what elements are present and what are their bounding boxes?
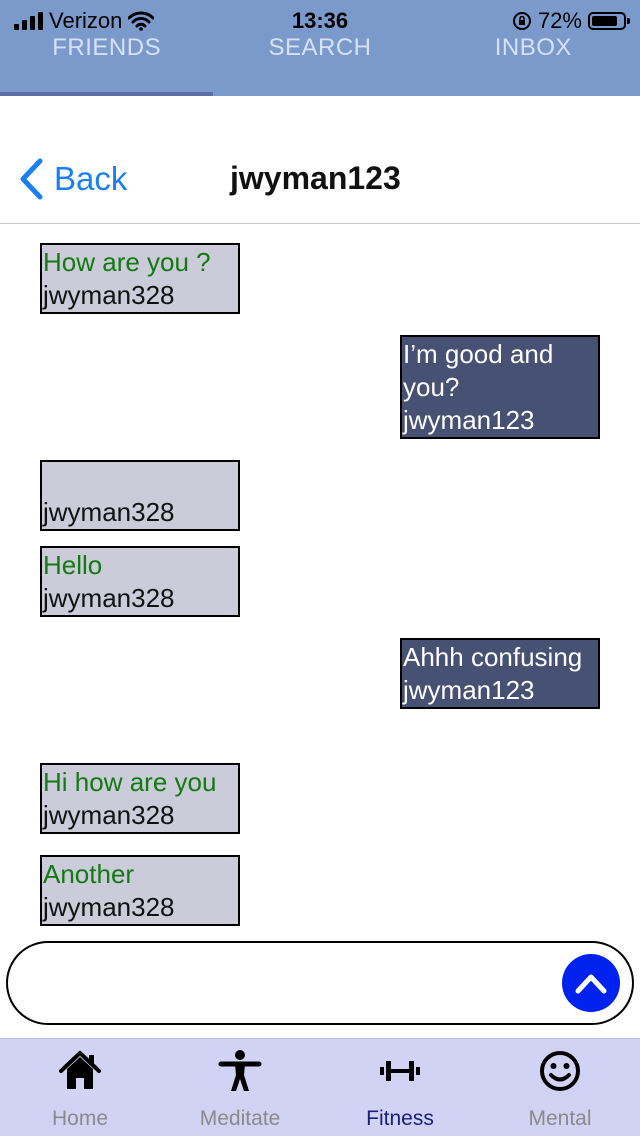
message-username: jwyman123: [403, 405, 535, 435]
top-app-bar: Verizon 13:36 72% FRIENDS SEARCH INBOX: [0, 0, 640, 96]
chevron-up-icon: [575, 974, 607, 994]
smiley-icon: [540, 1051, 580, 1091]
message-username: jwyman123: [403, 675, 535, 705]
tab-search[interactable]: SEARCH: [213, 30, 426, 66]
person-icon: [218, 1050, 262, 1091]
bottom-tab-bar: Home Meditate Fitness Mental: [0, 1038, 640, 1136]
message-text: I’m good and you?: [403, 339, 554, 402]
top-tabs: FRIENDS SEARCH INBOX: [0, 30, 640, 66]
nav-label-home: Home: [51, 1107, 109, 1130]
message-bubble-incoming: jwyman328: [40, 460, 240, 531]
message-text: Ahhh confusing: [403, 642, 583, 672]
message-text: Another: [43, 859, 135, 889]
home-icon: [59, 1051, 101, 1089]
dumbbell-icon: [380, 1061, 420, 1081]
nav-label-meditate: Meditate: [199, 1107, 281, 1130]
message-username: jwyman328: [43, 280, 175, 310]
message-bubble-outgoing: I’m good and you? jwyman123: [400, 335, 600, 439]
chat-title: jwyman123: [230, 160, 401, 196]
nav-mental[interactable]: Mental: [480, 1039, 640, 1136]
message-list[interactable]: How are you ? jwyman328 I’m good and you…: [0, 225, 640, 935]
nav-label-mental: Mental: [528, 1107, 592, 1130]
back-label: Back: [54, 160, 128, 197]
tab-friends[interactable]: FRIENDS: [0, 30, 213, 66]
message-composer: [6, 941, 634, 1025]
message-text: Hello: [43, 550, 103, 580]
message-username: jwyman328: [43, 583, 175, 613]
message-username: jwyman328: [43, 892, 175, 922]
nav-home[interactable]: Home: [0, 1039, 160, 1136]
message-text: How are you ?: [43, 247, 211, 277]
message-bubble-incoming: How are you ? jwyman328: [40, 243, 240, 314]
chevron-left-icon: [20, 158, 43, 200]
message-bubble-incoming: Another jwyman328: [40, 855, 240, 926]
message-text: [43, 463, 237, 496]
message-input[interactable]: [36, 963, 556, 1003]
nav-fitness[interactable]: Fitness: [320, 1039, 480, 1136]
back-button[interactable]: Back: [18, 158, 127, 200]
send-button[interactable]: [562, 954, 620, 1012]
tab-inbox[interactable]: INBOX: [427, 30, 640, 66]
nav-meditate[interactable]: Meditate: [160, 1039, 320, 1136]
message-bubble-outgoing: Ahhh confusing jwyman123: [400, 638, 600, 709]
message-username: jwyman328: [43, 800, 175, 830]
message-username: jwyman328: [43, 497, 175, 527]
nav-label-fitness: Fitness: [366, 1107, 434, 1130]
orientation-lock-icon: [512, 12, 531, 30]
message-text: Hi how are you: [43, 767, 217, 797]
chat-header: Back jwyman123: [0, 96, 640, 224]
message-bubble-incoming: Hi how are you jwyman328: [40, 763, 240, 834]
message-bubble-incoming: Hello jwyman328: [40, 546, 240, 617]
battery-icon: [588, 12, 630, 30]
